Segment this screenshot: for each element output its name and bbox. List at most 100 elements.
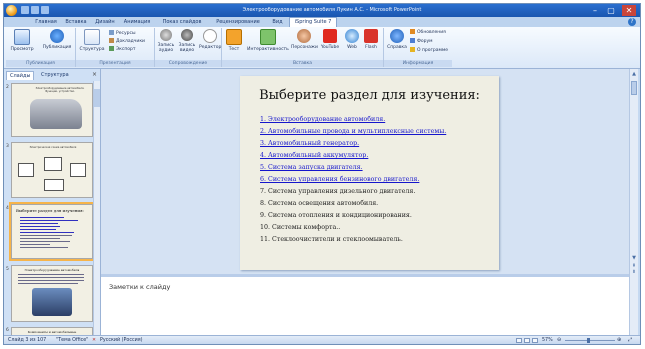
slide-thumbnail-3[interactable]: Электрическая схема автомобиля: [11, 142, 93, 198]
slide-editor: Выберите раздел для изучения: 1. Электро…: [101, 69, 629, 274]
zoom-slider-handle[interactable]: [587, 338, 590, 343]
slide-link-4[interactable]: 4. Автомобильный аккумулятор.: [260, 152, 368, 160]
preview-icon: [14, 29, 30, 45]
web-button[interactable]: Web: [344, 29, 360, 50]
slide-title[interactable]: Выберите раздел для изучения:: [240, 88, 499, 103]
resources-label: Ресурсы: [116, 31, 136, 36]
youtube-label: YouTube: [320, 45, 340, 50]
group-insert: Тест Интерактивность Персонажи YouTube W…: [222, 28, 384, 67]
characters-button[interactable]: Персонажи: [291, 29, 318, 50]
tab-animation[interactable]: Анимация: [121, 17, 153, 27]
redo-icon[interactable]: [41, 6, 49, 14]
current-slide[interactable]: Выберите раздел для изучения: 1. Электро…: [240, 76, 499, 270]
microphone-icon: [160, 29, 172, 41]
export-label: Экспорт: [116, 47, 136, 52]
normal-view-icon[interactable]: [516, 338, 522, 343]
scrollbar-thumb[interactable]: [631, 81, 637, 95]
flash-button[interactable]: Flash: [362, 29, 380, 50]
spellcheck-icon[interactable]: ✕: [92, 336, 96, 344]
group-caption-publish: Публикация: [6, 60, 75, 67]
notes-placeholder[interactable]: Заметки к слайду: [109, 283, 170, 291]
thumb-number: 2: [6, 85, 9, 90]
about-button[interactable]: О программе: [410, 47, 448, 54]
test-button[interactable]: Тест: [225, 29, 243, 52]
tab-slides[interactable]: Слайды: [6, 71, 35, 80]
title-bar: Электрооборудование автомобиля Лукин А.С…: [4, 4, 640, 17]
office-button-icon[interactable]: [6, 5, 17, 16]
zoom-level[interactable]: 57%: [542, 336, 553, 344]
forum-label: Форум: [417, 39, 433, 44]
slide-thumbnail-4-selected[interactable]: Выберите раздел для изучения:: [9, 202, 95, 261]
group-presentation: Структура Ресурсы Докладчики Экспорт Пре…: [76, 28, 155, 67]
tab-design[interactable]: Дизайн: [92, 17, 118, 27]
scroll-down-icon[interactable]: ▼: [631, 255, 637, 261]
thumb-text: Электрооборудование автомобиля. Функции,…: [35, 87, 85, 93]
updates-label: Обновления: [417, 30, 446, 35]
undo-icon[interactable]: [31, 6, 39, 14]
forum-button[interactable]: Форум: [410, 38, 433, 45]
thumb-number: 3: [6, 144, 9, 149]
notes-pane[interactable]: Заметки к слайду: [101, 274, 629, 335]
tab-insert[interactable]: Вставка: [62, 17, 90, 27]
editor-button[interactable]: Редактор: [199, 29, 221, 50]
engine-image: [32, 288, 72, 316]
preview-button[interactable]: Просмотр: [8, 29, 36, 52]
slide-counter: Слайд 3 из 107: [8, 338, 47, 343]
slide-link-6[interactable]: 6. Система управления бензинового двигат…: [260, 176, 419, 184]
record-audio-button[interactable]: Запись аудио: [156, 29, 176, 53]
slide-link-3[interactable]: 3. Автомобильный генератор.: [260, 140, 359, 148]
save-icon[interactable]: [21, 6, 29, 14]
youtube-icon: [323, 29, 337, 43]
minimize-button[interactable]: –: [588, 5, 602, 16]
slide-item-7: 7. Система управления дизельного двигате…: [260, 188, 416, 195]
group-caption-insert: Вставка: [222, 60, 383, 67]
record-video-button[interactable]: Запись видео: [177, 29, 197, 53]
zoom-slider[interactable]: [565, 338, 615, 343]
slide-scrollbar[interactable]: ▲ ▼ ⇞ ⇟: [629, 69, 638, 335]
thumbnails-scrollbar[interactable]: [93, 81, 100, 335]
help-button[interactable]: Справка: [386, 29, 408, 50]
zoom-in-icon[interactable]: ⊕: [617, 336, 621, 344]
scroll-up-icon[interactable]: ▲: [631, 71, 637, 77]
help-icon[interactable]: ?: [628, 18, 636, 26]
next-slide-icon[interactable]: ⇟: [631, 269, 637, 275]
resources-button[interactable]: Ресурсы: [109, 30, 136, 37]
updates-button[interactable]: Обновления: [410, 29, 446, 36]
zoom-out-icon[interactable]: ⊖: [557, 336, 561, 344]
close-button[interactable]: ✕: [622, 5, 636, 16]
tab-view[interactable]: Вид: [269, 17, 286, 27]
record-audio-label-2: аудио: [158, 48, 174, 53]
forum-icon: [410, 38, 415, 43]
tab-home[interactable]: Главная: [30, 17, 62, 27]
slide-link-2[interactable]: 2. Автомобильные провода и мультиплексны…: [260, 128, 446, 136]
maximize-button[interactable]: ▢: [604, 5, 618, 16]
export-button[interactable]: Экспорт: [109, 46, 136, 53]
language-indicator[interactable]: Русский (Россия): [100, 336, 143, 344]
slide-sorter-icon[interactable]: [524, 338, 530, 343]
slide-link-5[interactable]: 5. Система запуска двигателя.: [260, 164, 363, 172]
slide-thumbnail-5[interactable]: Электрооборудование автомобиля: [11, 265, 93, 322]
fit-to-window-icon[interactable]: ⤢: [628, 336, 632, 344]
interactivity-button[interactable]: Интерактивность: [247, 29, 289, 52]
diagram-box: [18, 163, 34, 177]
flash-icon: [364, 29, 378, 43]
slide-link-1[interactable]: 1. Электрооборудование автомобиля.: [260, 116, 385, 124]
scrollbar-thumb[interactable]: [94, 89, 100, 107]
tab-ispring[interactable]: iSpring Suite 7: [289, 17, 337, 27]
person-icon: [297, 29, 311, 43]
slideshow-view-icon[interactable]: [532, 338, 538, 343]
status-bar: Слайд 3 из 107 "Тема Office" ✕ Русский (…: [4, 335, 640, 344]
slide-thumbnail-2[interactable]: Электрооборудование автомобиля. Функции,…: [11, 83, 93, 137]
help-label: Справка: [387, 45, 407, 50]
speakers-button[interactable]: Докладчики: [109, 38, 145, 45]
ribbon: Просмотр Публикация Публикация Структура…: [4, 27, 640, 69]
structure-button[interactable]: Структура: [78, 29, 106, 52]
tab-slideshow[interactable]: Показ слайдов: [157, 17, 207, 27]
about-label: О программе: [417, 48, 449, 53]
tab-outline[interactable]: Структура: [38, 71, 72, 79]
panel-close-icon[interactable]: ×: [92, 71, 97, 79]
group-narration: Запись аудио Запись видео Редактор Сопро…: [155, 28, 222, 67]
tab-review[interactable]: Рецензирование: [210, 17, 266, 27]
youtube-button[interactable]: YouTube: [318, 29, 342, 50]
publish-button[interactable]: Публикация: [40, 29, 74, 50]
